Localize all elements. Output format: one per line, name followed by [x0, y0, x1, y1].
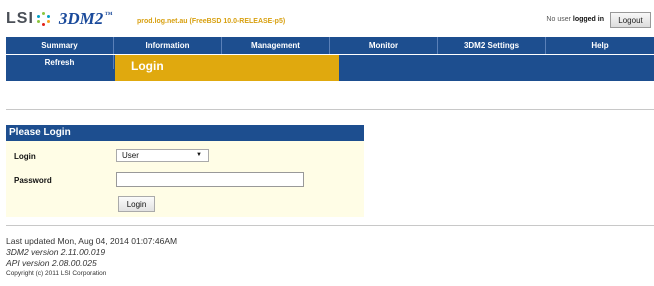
login-role-select[interactable]: User ▼ — [116, 149, 209, 162]
login-submit-button[interactable]: Login — [118, 196, 155, 212]
logout-button[interactable]: Logout — [610, 12, 651, 28]
api-version: API version 2.08.00.025 — [6, 258, 97, 268]
product-logo: 3DM2™ — [58, 9, 113, 28]
chevron-down-icon: ▼ — [196, 152, 202, 158]
lsi-star-icon — [36, 12, 51, 26]
page-title: Login — [131, 59, 164, 73]
last-updated: Last updated Mon, Aug 04, 2014 01:07:46A… — [6, 236, 178, 246]
divider — [6, 225, 654, 226]
main-nav: Summary Information Management Monitor 3… — [6, 37, 654, 54]
app-header: LSI 3DM2™ prod.log.net.au (FreeBSD 10.0-… — [0, 0, 654, 36]
lsi-logo-text: LSI — [6, 10, 34, 27]
page-title-bar: Login — [115, 55, 339, 81]
sub-nav: Refresh Login — [6, 55, 654, 81]
login-panel-header: Please Login — [6, 125, 364, 141]
divider — [6, 109, 654, 110]
refresh-link[interactable]: Refresh — [6, 55, 114, 69]
tab-3dm2-settings[interactable]: 3DM2 Settings — [438, 37, 546, 54]
footer: Last updated Mon, Aug 04, 2014 01:07:46A… — [6, 236, 177, 279]
login-label: Login — [14, 152, 36, 161]
lsi-3dm2-logo: LSI 3DM2™ — [6, 9, 112, 29]
tab-information[interactable]: Information — [114, 37, 222, 54]
copyright: Copyright (c) 2011 LSI Corporation — [6, 270, 107, 277]
version-3dm2: 3DM2 version 2.11.00.019 — [6, 247, 106, 257]
tab-management[interactable]: Management — [222, 37, 330, 54]
host-info: prod.log.net.au (FreeBSD 10.0-RELEASE-p5… — [137, 18, 286, 25]
user-status: No user logged in — [546, 16, 604, 23]
login-panel: Please Login Login User ▼ Password Login — [6, 125, 364, 217]
password-label: Password — [14, 176, 52, 185]
tab-help[interactable]: Help — [546, 37, 654, 54]
tab-summary[interactable]: Summary — [6, 37, 114, 54]
tab-monitor[interactable]: Monitor — [330, 37, 438, 54]
password-input[interactable] — [116, 172, 304, 187]
login-role-value: User — [122, 151, 139, 160]
